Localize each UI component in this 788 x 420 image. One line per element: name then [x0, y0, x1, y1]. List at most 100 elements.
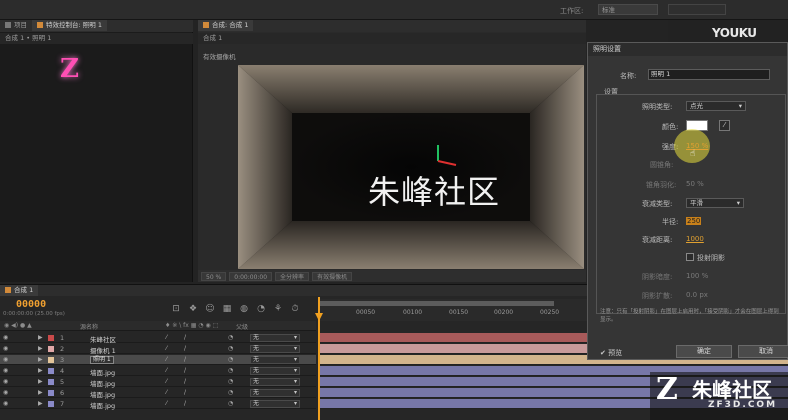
3d-layer-icon[interactable]: ◔ — [228, 389, 236, 396]
graph-editor-icon[interactable]: ◔ — [255, 303, 267, 315]
layer-name[interactable]: 照明 1 — [90, 356, 114, 364]
parent-select[interactable]: 无 ▾ — [250, 389, 300, 397]
visibility-eye-icon[interactable]: ◉ — [3, 378, 11, 385]
resolution-select[interactable]: 全分辨率 — [275, 271, 310, 281]
quality-switch-icon[interactable]: / — [184, 367, 192, 374]
3d-layer-icon[interactable]: ◔ — [228, 345, 236, 352]
layer-name[interactable]: 朱峰社区 — [90, 334, 116, 344]
quality-switch-icon[interactable]: / — [184, 389, 192, 396]
label-color-swatch[interactable] — [48, 368, 54, 374]
expand-triangle-icon[interactable]: ▶ — [38, 389, 46, 396]
table-row[interactable]: ◉ ▶ 7 墙面.jpg ⁄ / ◔ 无 ▾ — [0, 399, 316, 410]
visibility-eye-icon[interactable]: ◉ — [3, 345, 11, 352]
tab-timeline-comp[interactable]: 合成 1 — [0, 285, 39, 296]
label-color-swatch[interactable] — [48, 346, 54, 352]
chevron-down-icon: ▾ — [293, 389, 297, 396]
light-type-select[interactable]: 点光 ▾ — [686, 101, 746, 111]
preview-checkbox-row[interactable]: ✔ 预览 — [600, 348, 622, 358]
expand-triangle-icon[interactable]: ▶ — [38, 378, 46, 385]
label-color-swatch[interactable] — [48, 401, 54, 407]
radius-value[interactable]: 250 — [686, 217, 702, 225]
zoom-select[interactable]: 50 % — [201, 271, 227, 281]
parent-select[interactable]: 无 ▾ — [250, 334, 300, 342]
search-help-input[interactable] — [668, 4, 726, 15]
ruler-label: 00150 — [449, 309, 469, 316]
subtab-composition[interactable]: 合成 1 — [198, 33, 227, 44]
table-row[interactable]: ◉ ▶ 4 墙面.jpg ⁄ / ◔ 无 ▾ — [0, 366, 316, 377]
brainstorm-icon[interactable]: ⚘ — [272, 303, 284, 315]
shy-switch-icon[interactable]: ⁄ — [166, 367, 174, 374]
parent-select[interactable]: 无 ▾ — [250, 345, 300, 353]
table-row[interactable]: ◉ ▶ 5 墙面.jpg ⁄ / ◔ 无 ▾ — [0, 377, 316, 388]
label-color-swatch[interactable] — [48, 390, 54, 396]
visibility-eye-icon[interactable]: ◉ — [3, 356, 11, 363]
frame-blending-icon[interactable]: ▦ — [221, 303, 233, 315]
falloff-select[interactable]: 平滑 ▾ — [686, 198, 744, 208]
draft-3d-icon[interactable]: ❖ — [187, 303, 199, 315]
label-color-swatch[interactable] — [48, 379, 54, 385]
falloff-distance-value[interactable]: 1000 — [686, 235, 704, 243]
quality-switch-icon[interactable]: / — [184, 345, 192, 352]
expand-triangle-icon[interactable]: ▶ — [38, 367, 46, 374]
work-area-bar[interactable] — [318, 301, 554, 306]
label-color-swatch[interactable] — [48, 357, 54, 363]
expand-triangle-icon[interactable]: ▶ — [38, 400, 46, 407]
parent-select[interactable]: 无 ▾ — [250, 367, 300, 375]
3d-layer-icon[interactable]: ◔ — [228, 400, 236, 407]
parent-select[interactable]: 无 ▾ — [250, 356, 300, 364]
visibility-eye-icon[interactable]: ◉ — [3, 334, 11, 341]
quality-switch-icon[interactable]: / — [184, 334, 192, 341]
table-row[interactable]: ◉ ▶ 3 照明 1 ⁄ / ◔ 无 ▾ — [0, 355, 316, 365]
tab-composition[interactable]: 合成: 合成 1 — [198, 20, 254, 31]
shy-switch-icon[interactable]: ⁄ — [166, 334, 174, 341]
table-row[interactable]: ◉ ▶ 1 朱峰社区 ⁄ / ◔ 无 ▾ — [0, 333, 316, 344]
layer-name[interactable]: 墙面.jpg — [90, 400, 115, 410]
current-time-display[interactable]: 00000 — [16, 299, 46, 310]
composition-canvas[interactable]: 朱峰社区 — [238, 65, 584, 269]
tab-effect-controls[interactable]: 特效控制台: 照明 1 — [32, 20, 107, 31]
shy-switch-icon[interactable]: ⁄ — [166, 345, 174, 352]
workspace-select[interactable]: 标准 — [598, 4, 658, 15]
3d-layer-icon[interactable]: ◔ — [228, 334, 236, 341]
shy-switch-icon[interactable]: ⁄ — [166, 400, 174, 407]
expand-triangle-icon[interactable]: ▶ — [38, 334, 46, 341]
ok-button[interactable]: 确定 — [676, 345, 732, 358]
cancel-button[interactable]: 取消 — [738, 345, 788, 358]
layer-name[interactable]: 墙面.jpg — [90, 378, 115, 388]
layer-name[interactable]: 墙面.jpg — [90, 367, 115, 377]
view-select[interactable]: 有效摄像机 — [312, 271, 353, 281]
visibility-eye-icon[interactable]: ◉ — [3, 389, 11, 396]
visibility-eye-icon[interactable]: ◉ — [3, 367, 11, 374]
light-name-input[interactable]: 照明 1 — [648, 69, 770, 80]
quality-switch-icon[interactable]: / — [184, 400, 192, 407]
3d-layer-icon[interactable]: ◔ — [228, 378, 236, 385]
quality-switch-icon[interactable]: / — [184, 378, 192, 385]
expand-triangle-icon[interactable]: ▶ — [38, 356, 46, 363]
tab-project[interactable]: 项目 — [0, 20, 32, 31]
table-row[interactable]: ◉ ▶ 6 墙面.jpg ⁄ / ◔ 无 ▾ — [0, 388, 316, 399]
parent-select[interactable]: 无 ▾ — [250, 378, 300, 386]
stopwatch-icon[interactable]: ⏱ — [289, 303, 301, 315]
layer-name[interactable]: 墙面.jpg — [90, 389, 115, 399]
3d-layer-icon[interactable]: ◔ — [228, 356, 236, 363]
quality-switch-icon[interactable]: / — [184, 356, 192, 363]
radius-label: 半径: — [662, 218, 679, 226]
motion-blur-icon[interactable]: ◍ — [238, 303, 250, 315]
shy-switch-icon[interactable]: ⁄ — [166, 378, 174, 385]
viewer-timecode[interactable]: 0:00:00:00 — [229, 271, 273, 281]
table-row[interactable]: ◉ ▶ 2 摄像机 1 ⁄ / ◔ 无 ▾ — [0, 344, 316, 355]
cast-shadows-checkbox[interactable] — [686, 253, 694, 261]
parent-select[interactable]: 无 ▾ — [250, 400, 300, 408]
expand-triangle-icon[interactable]: ▶ — [38, 345, 46, 352]
label-color-swatch[interactable] — [48, 335, 54, 341]
comp-mini-flowchart-icon[interactable]: ⊡ — [170, 303, 182, 315]
eyedropper-icon[interactable]: ⁄ — [719, 120, 730, 131]
current-time-indicator[interactable] — [318, 297, 320, 420]
shy-icon[interactable]: ☺ — [204, 303, 216, 315]
shy-switch-icon[interactable]: ⁄ — [166, 389, 174, 396]
visibility-eye-icon[interactable]: ◉ — [3, 400, 11, 407]
site-logo-url: ZF3D.COM — [708, 400, 778, 410]
3d-layer-icon[interactable]: ◔ — [228, 367, 236, 374]
layer-name[interactable]: 摄像机 1 — [90, 345, 116, 355]
shy-switch-icon[interactable]: ⁄ — [166, 356, 174, 363]
